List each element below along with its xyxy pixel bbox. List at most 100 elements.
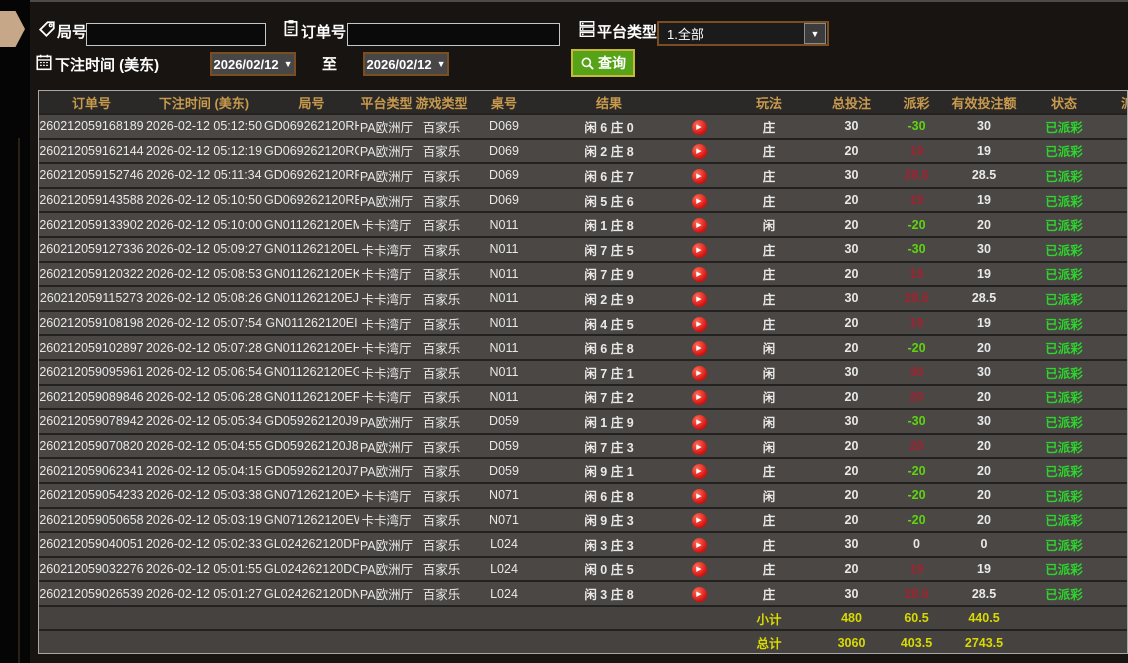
cell-time: 2026-02-12 05:01:55 — [144, 555, 264, 582]
cell-validbet: 19 — [949, 260, 1019, 287]
play-video-icon[interactable]: ▶ — [691, 587, 707, 603]
play-video-icon[interactable]: ▶ — [691, 193, 707, 209]
platform-list-icon — [578, 20, 596, 38]
cell-validbet: 28.5 — [949, 580, 1019, 606]
date-to-picker[interactable]: 2026/02/12 ▼ — [363, 52, 449, 76]
play-video-icon[interactable]: ▶ — [691, 144, 707, 160]
table-row: 260212059115273 2026-02-12 05:08:26 GN0112… — [39, 285, 1127, 311]
play-video-icon[interactable]: ▶ — [691, 464, 707, 480]
cell-round: GD069262120RE — [264, 186, 359, 213]
cell-playicon: ▶ — [679, 408, 719, 434]
cell-payout: 19 — [884, 260, 949, 287]
cell-cut — [1109, 260, 1127, 287]
cell-payout: -30 — [884, 408, 949, 434]
cell-platform: 卡卡湾厅 — [359, 383, 414, 410]
cell-validbet: 30 — [949, 408, 1019, 434]
cell-validbet: 0 — [949, 531, 1019, 557]
cell-order: 260212059133902 — [39, 211, 144, 237]
cell-time: 2026-02-12 05:05:34 — [144, 408, 264, 434]
order-input[interactable] — [347, 23, 560, 46]
table-row: 260212059143588 2026-02-12 05:10:50 GD0692… — [39, 186, 1127, 213]
cell-playtype: 庄 — [719, 309, 819, 336]
cell-payout: -20 — [884, 457, 949, 483]
sidebar-tab-wedge — [0, 11, 25, 47]
play-video-icon[interactable]: ▶ — [691, 242, 707, 258]
cell-time: 2026-02-12 05:01:27 — [144, 580, 264, 606]
cell-cut — [1109, 432, 1127, 459]
cell-order: 260212059143588 — [39, 186, 144, 213]
col-round: 局号 — [264, 91, 359, 114]
cell-playtype: 闲 — [719, 481, 819, 508]
col-play-type: 玩法 — [719, 91, 819, 114]
cell-result: 闲 2 庄 8 — [539, 137, 679, 164]
play-video-icon[interactable]: ▶ — [691, 341, 707, 357]
round-input[interactable] — [86, 23, 266, 46]
play-video-icon[interactable]: ▶ — [691, 390, 707, 406]
play-video-icon[interactable]: ▶ — [691, 513, 707, 529]
cell-totalbet: 30 — [819, 113, 884, 139]
cell-tableno: D069 — [469, 113, 539, 139]
cell-platform: PA欧洲厅 — [359, 186, 414, 213]
cell-game: 百家乐 — [414, 432, 469, 459]
cell-playtype: 闲 — [719, 432, 819, 459]
frame-edge-line — [18, 138, 20, 663]
play-video-icon[interactable]: ▶ — [691, 316, 707, 332]
cell-platform: PA欧洲厅 — [359, 555, 414, 582]
cell-platform: PA欧洲厅 — [359, 580, 414, 606]
cell-payout: 19 — [884, 137, 949, 164]
chevron-down-icon[interactable]: ▼ — [804, 23, 826, 44]
cell-playtype: 庄 — [719, 580, 819, 606]
subtotal-spacer — [39, 604, 719, 631]
play-video-icon[interactable]: ▶ — [691, 414, 707, 430]
cell-round: GL024262120DP — [264, 531, 359, 557]
table-row: 260212059078942 2026-02-12 05:05:34 GD0592… — [39, 408, 1127, 434]
play-video-icon[interactable]: ▶ — [691, 562, 707, 578]
col-valid-bet: 有效投注额 — [949, 91, 1019, 114]
cell-result: 闲 5 庄 6 — [539, 186, 679, 213]
play-video-icon[interactable]: ▶ — [691, 537, 707, 553]
play-video-icon[interactable]: ▶ — [691, 119, 707, 135]
cell-time: 2026-02-12 05:04:55 — [144, 432, 264, 459]
play-video-icon[interactable]: ▶ — [691, 218, 707, 234]
search-button[interactable]: 查询 — [571, 49, 635, 77]
cell-result: 闲 7 庄 2 — [539, 383, 679, 410]
subtotal-spacer-end — [1019, 604, 1127, 631]
play-video-icon[interactable]: ▶ — [691, 365, 707, 381]
cell-order: 260212059102897 — [39, 334, 144, 360]
cell-cut — [1109, 137, 1127, 164]
play-video-icon[interactable]: ▶ — [691, 439, 707, 455]
cell-game: 百家乐 — [414, 580, 469, 606]
cell-playtype: 庄 — [719, 555, 819, 582]
cell-playicon: ▶ — [679, 432, 719, 459]
play-video-icon[interactable]: ▶ — [691, 488, 707, 504]
grand-total-row: 总计 3060 403.5 2743.5 — [39, 629, 1127, 653]
cell-result: 闲 2 庄 9 — [539, 285, 679, 311]
cell-tableno: N011 — [469, 211, 539, 237]
cell-playtype: 闲 — [719, 334, 819, 360]
cell-playicon: ▶ — [679, 137, 719, 164]
cell-time: 2026-02-12 05:06:54 — [144, 358, 264, 385]
table-row: 260212059070820 2026-02-12 05:04:55 GD0592… — [39, 432, 1127, 459]
cell-validbet: 28.5 — [949, 162, 1019, 188]
play-video-icon[interactable]: ▶ — [691, 168, 707, 184]
cell-payout: -20 — [884, 506, 949, 533]
tag-icon — [38, 20, 56, 38]
bet-time-label: 下注时间 (美东) — [55, 57, 160, 74]
date-from-picker[interactable]: 2026/02/12 ▼ — [210, 52, 296, 76]
platform-type-select[interactable]: 1.全部 ▼ — [657, 21, 829, 46]
cell-tableno: N011 — [469, 383, 539, 410]
cell-playtype: 庄 — [719, 506, 819, 533]
cell-playicon: ▶ — [679, 506, 719, 533]
cell-round: GD069262120RG — [264, 137, 359, 164]
cell-status: 已派彩 — [1019, 383, 1109, 410]
cell-validbet: 28.5 — [949, 285, 1019, 311]
col-total-bet: 总投注 — [819, 91, 884, 114]
table-row: 260212059102897 2026-02-12 05:07:28 GN0112… — [39, 334, 1127, 360]
cell-status: 已派彩 — [1019, 506, 1109, 533]
cell-order: 260212059032276 — [39, 555, 144, 582]
cell-totalbet: 20 — [819, 481, 884, 508]
play-video-icon[interactable]: ▶ — [691, 267, 707, 283]
cell-cut — [1109, 531, 1127, 557]
cell-validbet: 20 — [949, 432, 1019, 459]
play-video-icon[interactable]: ▶ — [691, 291, 707, 307]
